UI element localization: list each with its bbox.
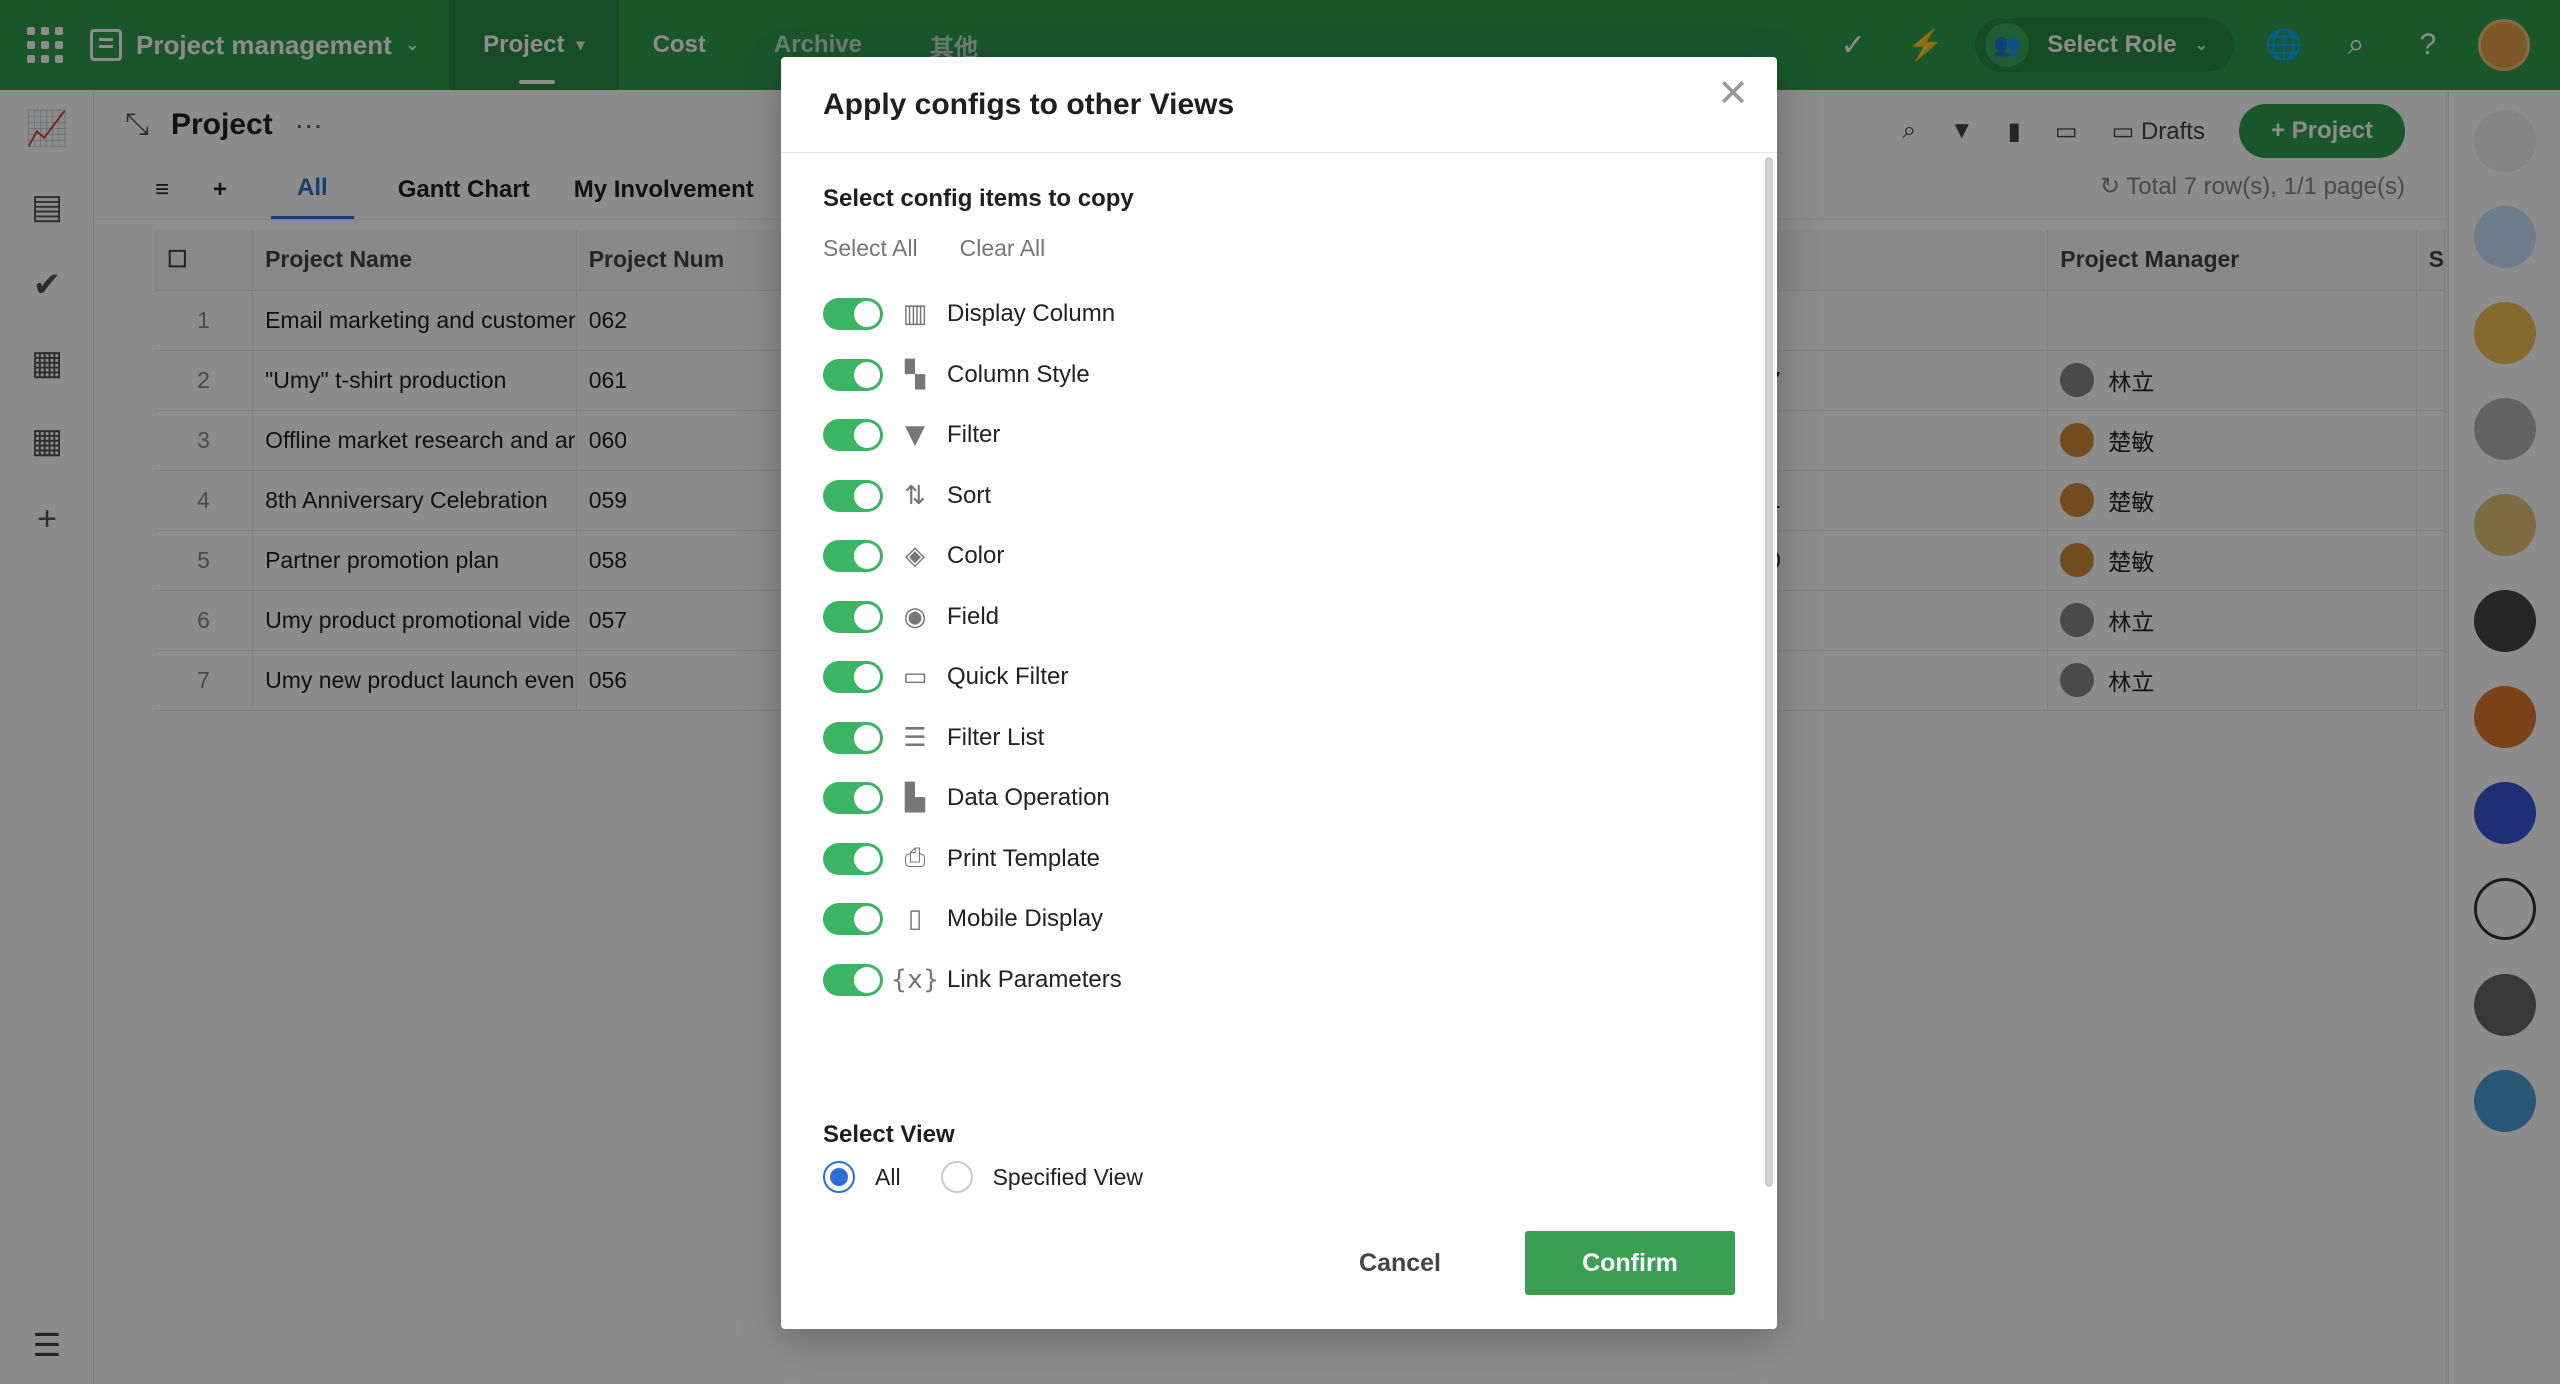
view-radio-group: All Specified View <box>823 1161 1143 1193</box>
config-item-row: ▼ Filter <box>823 405 1737 466</box>
sort-icon: ⇅ <box>904 480 926 511</box>
config-toggle[interactable] <box>823 963 883 996</box>
selection-links: Select All Clear All <box>823 235 1737 262</box>
confirm-button[interactable]: Confirm <box>1525 1231 1735 1295</box>
quick-filter-icon: ▭ <box>902 662 928 693</box>
config-item-row: {x} Link Parameters <box>823 950 1737 1011</box>
eye-icon: ◉ <box>903 601 927 632</box>
config-item-row: ▙ Data Operation <box>823 768 1737 829</box>
config-item-row: ▥ Display Column <box>823 284 1737 345</box>
scrollbar[interactable] <box>1765 157 1773 1187</box>
close-icon[interactable]: ✕ <box>1713 73 1753 115</box>
config-toggle[interactable] <box>823 661 883 694</box>
dialog-title: Apply configs to other Views <box>823 87 1235 121</box>
config-item-label: Data Operation <box>947 784 1110 812</box>
config-item-row: ⎙ Print Template <box>823 829 1737 890</box>
radio-label: All <box>875 1163 901 1190</box>
dialog-header: Apply configs to other Views <box>781 57 1777 153</box>
printer-icon: ⎙ <box>904 843 926 874</box>
filter-icon: ▼ <box>905 420 925 451</box>
config-item-row: ▯ Mobile Display <box>823 889 1737 950</box>
apply-configs-dialog: Apply configs to other Views ✕ Select co… <box>781 57 1777 1329</box>
config-item-label: Filter <box>947 421 1001 449</box>
paint-roller-icon: ▚ <box>905 359 925 390</box>
config-toggle[interactable] <box>823 358 883 391</box>
config-item-label: Display Column <box>947 300 1116 328</box>
select-view-title: Select View <box>823 1121 955 1148</box>
config-toggle[interactable] <box>823 479 883 512</box>
config-toggle[interactable] <box>823 782 883 815</box>
config-item-label: Mobile Display <box>947 905 1104 933</box>
radio-all[interactable]: All <box>823 1161 901 1193</box>
config-toggle[interactable] <box>823 903 883 936</box>
paint-bucket-icon: ◈ <box>905 541 925 572</box>
config-toggle[interactable] <box>823 600 883 633</box>
clear-all-link[interactable]: Clear All <box>960 235 1046 262</box>
radio-label: Specified View <box>992 1163 1144 1190</box>
cancel-button[interactable]: Cancel <box>1331 1231 1469 1295</box>
config-item-label: Print Template <box>947 844 1100 872</box>
config-item-row: ◈ Color <box>823 526 1737 587</box>
radio-circle[interactable] <box>823 1161 855 1193</box>
config-toggle[interactable] <box>823 540 883 573</box>
config-toggle[interactable] <box>823 419 883 452</box>
columns-icon: ▥ <box>902 299 928 330</box>
data-operation-icon: ▙ <box>905 783 925 814</box>
config-item-row: ☰ Filter List <box>823 708 1737 769</box>
config-item-label: Quick Filter <box>947 663 1069 691</box>
dialog-footer: Cancel Confirm <box>1331 1231 1735 1295</box>
radio-specified-view[interactable]: Specified View <box>940 1161 1144 1193</box>
select-all-link[interactable]: Select All <box>823 235 918 262</box>
config-item-label: Sort <box>947 481 992 509</box>
config-item-label: Color <box>947 542 1005 570</box>
config-item-label: Link Parameters <box>947 965 1122 993</box>
config-toggle[interactable] <box>823 842 883 875</box>
radio-circle[interactable] <box>940 1161 973 1193</box>
dialog-body: Select config items to copy Select All C… <box>823 153 1737 1193</box>
config-toggle[interactable] <box>823 298 883 331</box>
config-item-row: ▚ Column Style <box>823 345 1737 406</box>
config-item-label: Filter List <box>947 723 1045 751</box>
mobile-icon: ▯ <box>907 904 923 935</box>
section-title: Select config items to copy <box>823 185 1134 212</box>
config-toggle[interactable] <box>823 721 883 754</box>
config-items-list: ▥ Display Column ▚ Column Style ▼ Filter ⇅ Sort… <box>823 284 1737 1010</box>
config-item-row: ◉ Field <box>823 587 1737 648</box>
config-item-label: Column Style <box>947 360 1090 388</box>
list-icon: ☰ <box>903 722 927 753</box>
braces-x-icon: {x} <box>890 964 940 995</box>
config-item-row: ▭ Quick Filter <box>823 647 1737 708</box>
config-item-row: ⇅ Sort <box>823 466 1737 527</box>
config-item-label: Field <box>947 602 1000 630</box>
